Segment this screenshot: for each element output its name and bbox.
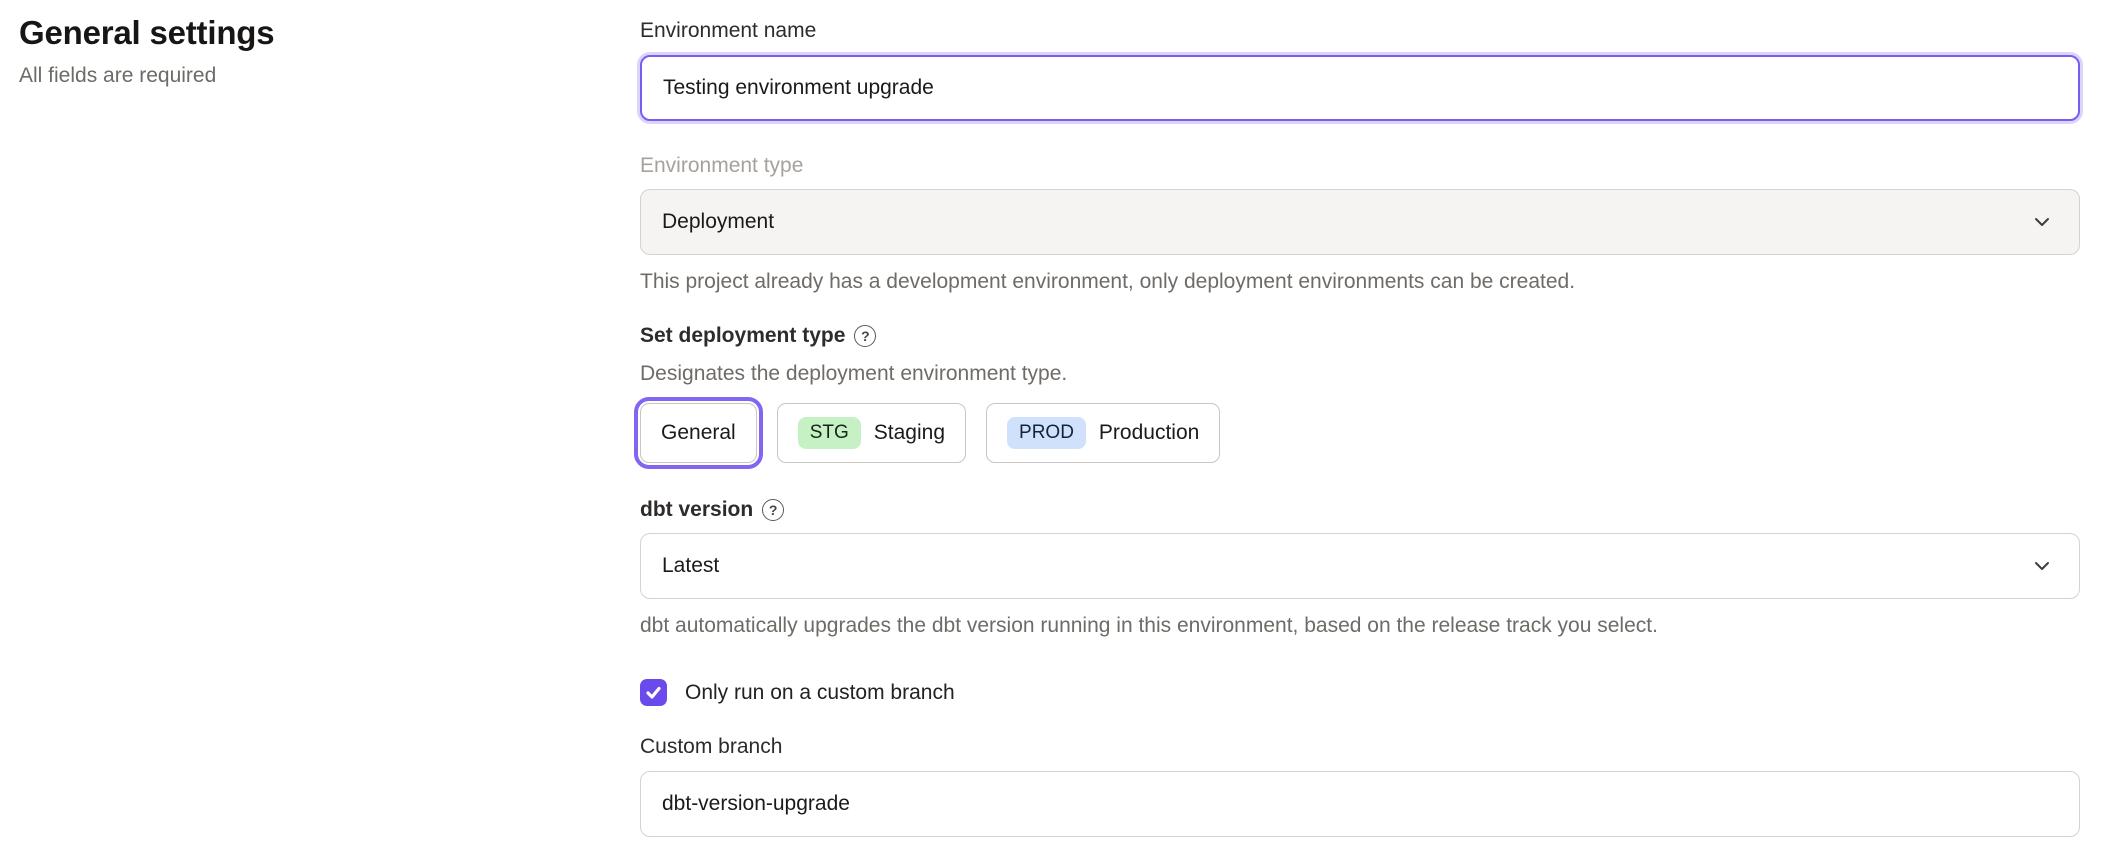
production-button-label: Production xyxy=(1099,421,1199,445)
dbt-version-select[interactable]: Latest xyxy=(640,533,2080,599)
production-badge: PROD xyxy=(1007,417,1086,449)
page-title: General settings xyxy=(19,14,599,52)
deployment-type-label-row: Set deployment type ? xyxy=(640,321,2080,351)
page-subtitle: All fields are required xyxy=(19,64,599,88)
custom-branch-input[interactable] xyxy=(640,771,2080,837)
deployment-type-label: Set deployment type xyxy=(640,321,845,351)
environment-settings-form: Environment name Environment type Deploy… xyxy=(640,16,2080,837)
general-button-label: General xyxy=(661,421,736,445)
environment-type-value: Deployment xyxy=(662,210,774,234)
chevron-down-icon xyxy=(2031,211,2053,233)
page-header: General settings All fields are required xyxy=(19,14,599,88)
chevron-down-icon xyxy=(2031,555,2053,577)
staging-badge: STG xyxy=(798,417,861,449)
environment-type-label: Environment type xyxy=(640,151,2080,181)
environment-type-helper: This project already has a development e… xyxy=(640,267,2080,297)
dbt-version-label: dbt version xyxy=(640,495,753,525)
checkmark-icon xyxy=(645,684,662,701)
deployment-type-production-button[interactable]: PROD Production xyxy=(986,403,1220,463)
dbt-version-helper: dbt automatically upgrades the dbt versi… xyxy=(640,611,2080,641)
deployment-type-helper: Designates the deployment environment ty… xyxy=(640,359,2080,389)
custom-branch-label: Custom branch xyxy=(640,732,2080,762)
deployment-type-options: General STG Staging PROD Production xyxy=(640,403,2080,463)
environment-name-input[interactable] xyxy=(640,55,2080,121)
staging-button-label: Staging xyxy=(874,421,945,445)
custom-branch-checkbox-row: Only run on a custom branch xyxy=(640,679,2080,706)
custom-branch-checkbox-label: Only run on a custom branch xyxy=(685,681,955,705)
environment-name-label: Environment name xyxy=(640,16,2080,46)
deployment-type-general-button[interactable]: General xyxy=(640,403,757,463)
help-icon[interactable]: ? xyxy=(854,325,876,347)
deployment-type-staging-button[interactable]: STG Staging xyxy=(777,403,966,463)
custom-branch-checkbox[interactable] xyxy=(640,679,667,706)
environment-type-select[interactable]: Deployment xyxy=(640,189,2080,255)
dbt-version-label-row: dbt version ? xyxy=(640,495,2080,525)
help-icon[interactable]: ? xyxy=(762,499,784,521)
dbt-version-value: Latest xyxy=(662,554,719,578)
